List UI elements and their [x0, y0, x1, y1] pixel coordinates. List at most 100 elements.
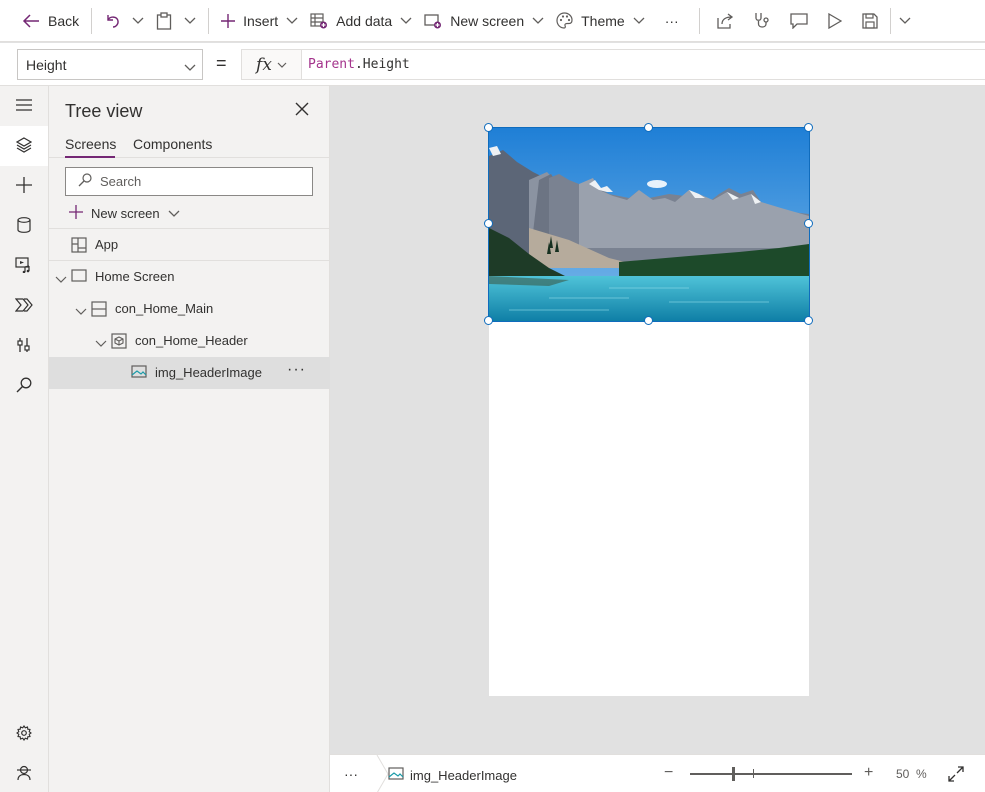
comments-button[interactable]: [780, 0, 818, 42]
image-icon: [131, 365, 147, 382]
breadcrumb-label: img_HeaderImage: [410, 768, 517, 783]
media-button[interactable]: [0, 246, 48, 286]
chevron-down-icon: [184, 59, 196, 75]
share-button[interactable]: [706, 0, 744, 42]
zoom-in-button[interactable]: +: [864, 764, 873, 782]
search-placeholder: Search: [100, 174, 142, 189]
chevron-down-icon: [132, 17, 144, 25]
zoom-out-button[interactable]: −: [664, 764, 673, 782]
tree-item-app[interactable]: App: [49, 228, 330, 260]
theme-button[interactable]: Theme: [550, 0, 651, 42]
add-data-button[interactable]: Add data: [304, 0, 418, 42]
tree-view-button[interactable]: [0, 126, 48, 166]
expand-icon: [948, 766, 964, 785]
plus-icon: [221, 13, 236, 28]
clipboard-icon: [156, 11, 172, 30]
back-button[interactable]: Back: [16, 0, 85, 42]
chevron-down-icon[interactable]: [75, 304, 87, 319]
resize-handle-bottom-right[interactable]: [804, 316, 813, 325]
search-input[interactable]: Search: [65, 167, 313, 196]
save-dropdown[interactable]: [893, 0, 917, 42]
undo-button[interactable]: [98, 0, 126, 42]
zoom-slider-tick: [753, 769, 754, 778]
divider: [91, 7, 93, 34]
zoom-value[interactable]: 50: [896, 767, 909, 781]
advanced-tools-button[interactable]: [0, 326, 48, 366]
app-icon: [71, 237, 87, 256]
settings-button[interactable]: [0, 714, 48, 754]
menu-button[interactable]: [0, 86, 48, 126]
preview-button[interactable]: [818, 0, 852, 42]
chevron-down-icon: [532, 17, 544, 25]
vertical-container-icon: [91, 301, 107, 320]
zoom-slider-thumb[interactable]: [732, 767, 735, 781]
tree-item-con-home-main[interactable]: con_Home_Main: [49, 293, 330, 325]
search-icon: [78, 173, 92, 190]
tree-item-home-screen[interactable]: Home Screen: [49, 260, 330, 292]
insert-button[interactable]: Insert: [215, 0, 304, 42]
formula-property: .Height: [354, 57, 410, 72]
tree-tabs: Screens Components: [49, 134, 330, 158]
more-options-button[interactable]: ···: [287, 361, 306, 379]
add-data-label: Add data: [336, 12, 393, 29]
undo-dropdown[interactable]: [126, 0, 150, 42]
power-automate-button[interactable]: [0, 286, 48, 326]
close-button[interactable]: [295, 102, 309, 119]
hamburger-icon: [16, 98, 32, 114]
back-label: Back: [48, 12, 80, 29]
design-canvas[interactable]: [330, 86, 985, 754]
fit-to-window-button[interactable]: [948, 766, 964, 785]
virtual-agent-button[interactable]: [0, 754, 48, 792]
gear-icon: [16, 724, 32, 744]
tab-components[interactable]: Components: [133, 136, 212, 152]
tree-item-con-home-header[interactable]: con_Home_Header: [49, 325, 330, 357]
chevron-down-icon: [899, 17, 911, 25]
resize-handle-bottom-left[interactable]: [484, 316, 493, 325]
tools-icon: [16, 337, 32, 356]
chevron-down-icon[interactable]: [55, 272, 67, 287]
command-bar: Back Insert Add data New screen Theme ··…: [0, 0, 985, 42]
share-icon: [716, 12, 734, 29]
paste-dropdown[interactable]: [178, 0, 202, 42]
flow-icon: [14, 297, 33, 315]
tree-item-img-headerimage[interactable]: img_HeaderImage ···: [49, 357, 330, 389]
new-screen-tree-button[interactable]: New screen: [69, 205, 180, 222]
resize-handle-top-right[interactable]: [804, 123, 813, 132]
breadcrumb-more-button[interactable]: ···: [344, 766, 358, 782]
left-rail: [0, 86, 49, 792]
chevron-down-icon: [286, 17, 298, 25]
tab-screens[interactable]: Screens: [65, 136, 116, 152]
tree-item-label: con_Home_Header: [135, 333, 248, 348]
plus-icon: [69, 205, 83, 222]
formula-input[interactable]: Parent .Height: [301, 49, 985, 80]
theme-label: Theme: [581, 12, 625, 29]
stethoscope-icon: [754, 12, 770, 30]
header-image[interactable]: [488, 127, 810, 322]
save-button[interactable]: [852, 0, 888, 42]
breadcrumb-selected-control[interactable]: img_HeaderImage: [388, 767, 517, 784]
paste-button[interactable]: [150, 0, 178, 42]
resize-handle-right[interactable]: [804, 219, 813, 228]
app-checker-button[interactable]: [744, 0, 780, 42]
property-value: Height: [26, 56, 67, 73]
mountain-lake-image: [489, 128, 809, 321]
resize-handle-top[interactable]: [644, 123, 653, 132]
media-icon: [15, 256, 33, 276]
chevron-down-icon: [277, 57, 287, 72]
new-screen-button[interactable]: New screen: [418, 0, 550, 42]
active-tab-indicator: [65, 156, 115, 158]
close-icon: [295, 102, 309, 119]
property-dropdown[interactable]: Height: [17, 49, 203, 80]
search-rail-button[interactable]: [0, 366, 48, 406]
data-button[interactable]: [0, 206, 48, 246]
new-screen-label: New screen: [91, 206, 160, 221]
zoom-slider[interactable]: [690, 773, 852, 775]
divider: [889, 7, 891, 34]
more-commands-button[interactable]: ···: [651, 0, 693, 42]
chevron-down-icon[interactable]: [95, 336, 107, 351]
resize-handle-bottom[interactable]: [644, 316, 653, 325]
insert-rail-button[interactable]: [0, 166, 48, 206]
resize-handle-top-left[interactable]: [484, 123, 493, 132]
function-button[interactable]: fx: [241, 49, 301, 80]
resize-handle-left[interactable]: [484, 219, 493, 228]
